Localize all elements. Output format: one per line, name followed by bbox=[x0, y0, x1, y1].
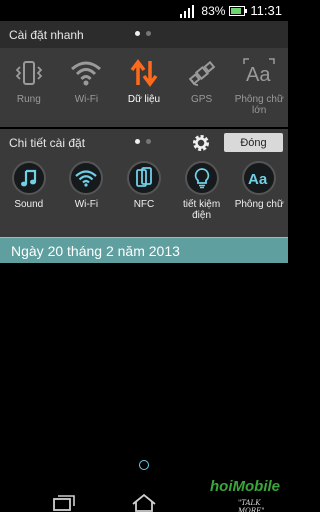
wifi-icon bbox=[69, 161, 104, 195]
settings-detail-header: Chi tiết cài đặt Đóng bbox=[0, 129, 288, 156]
settings-detail-title: Chi tiết cài đặt bbox=[9, 135, 86, 150]
quick-tile-label: Phông chữ lớn bbox=[234, 94, 284, 116]
quick-tile-label: Rung bbox=[16, 94, 41, 105]
nfc-phone-icon bbox=[126, 161, 161, 195]
quick-tile-large-font[interactable]: Aa Phông chữ lớn bbox=[230, 48, 288, 127]
detail-tile-sound[interactable]: Sound bbox=[0, 161, 58, 237]
music-note-icon bbox=[11, 161, 46, 195]
close-button[interactable]: Đóng bbox=[224, 133, 283, 152]
panel-handle-icon[interactable] bbox=[139, 460, 149, 470]
quick-settings-title: Cài đặt nhanh bbox=[9, 27, 84, 42]
power-saving-bulb-icon bbox=[184, 161, 219, 195]
quick-tile-mobile-data[interactable]: Dữ liệu bbox=[115, 48, 173, 127]
detail-tile-label: Phông chữ bbox=[234, 199, 284, 210]
clock: 11:31 bbox=[250, 3, 282, 18]
svg-text:Aa: Aa bbox=[246, 64, 271, 86]
quick-tile-label: Wi-Fi bbox=[74, 94, 99, 105]
gps-satellite-icon bbox=[185, 56, 219, 90]
vibrate-icon bbox=[12, 56, 46, 90]
wifi-icon bbox=[69, 56, 103, 90]
large-font-icon: Aa bbox=[242, 56, 276, 90]
watermark-logo-text: hoiMobile bbox=[210, 478, 280, 495]
page-indicator bbox=[135, 139, 151, 144]
signal-strength-icon bbox=[180, 4, 196, 18]
date-bar: Ngày 20 tháng 2 năm 2013 bbox=[0, 237, 288, 263]
gear-icon[interactable] bbox=[191, 133, 211, 153]
quick-settings-header: Cài đặt nhanh bbox=[0, 21, 288, 48]
quick-tile-wifi[interactable]: Wi-Fi bbox=[58, 48, 116, 127]
status-bar: 83% 11:31 bbox=[0, 0, 288, 21]
svg-text:Aa: Aa bbox=[248, 171, 268, 187]
detail-tile-label: Sound bbox=[14, 199, 44, 210]
date-text: Ngày 20 tháng 2 năm 2013 bbox=[11, 242, 180, 259]
watermark-logo: hoiMobile "TALK MORE" bbox=[210, 478, 288, 512]
quick-tile-gps[interactable]: GPS bbox=[173, 48, 231, 127]
quick-tile-label: GPS bbox=[191, 94, 213, 105]
detail-tile-font[interactable]: Aa Phông chữ bbox=[230, 161, 288, 237]
detail-tile-nfc[interactable]: NFC bbox=[115, 161, 173, 237]
settings-detail-panel: Chi tiết cài đặt Đóng Sound Wi-Fi NFC ti… bbox=[0, 129, 288, 237]
page-indicator bbox=[135, 31, 151, 36]
battery-percent: 83% bbox=[201, 3, 226, 18]
detail-tile-label: NFC bbox=[133, 199, 155, 210]
home-icon[interactable] bbox=[131, 492, 157, 512]
quick-tile-label: Dữ liệu bbox=[127, 94, 161, 105]
quick-settings-panel: Cài đặt nhanh Rung Wi-Fi Dữ liệu GPS Aa … bbox=[0, 21, 288, 127]
quick-tile-vibrate[interactable]: Rung bbox=[0, 48, 58, 127]
detail-tile-wifi[interactable]: Wi-Fi bbox=[58, 161, 116, 237]
font-icon: Aa bbox=[242, 161, 277, 195]
mobile-data-icon bbox=[127, 56, 161, 90]
detail-tile-label: Wi-Fi bbox=[74, 199, 99, 210]
detail-tile-power-saving[interactable]: tiết kiệm điện bbox=[173, 161, 231, 237]
battery-icon bbox=[229, 5, 248, 16]
watermark-tagline: "TALK MORE" bbox=[238, 499, 265, 512]
recent-apps-icon[interactable] bbox=[53, 494, 75, 512]
detail-tile-label: tiết kiệm điện bbox=[182, 199, 221, 221]
